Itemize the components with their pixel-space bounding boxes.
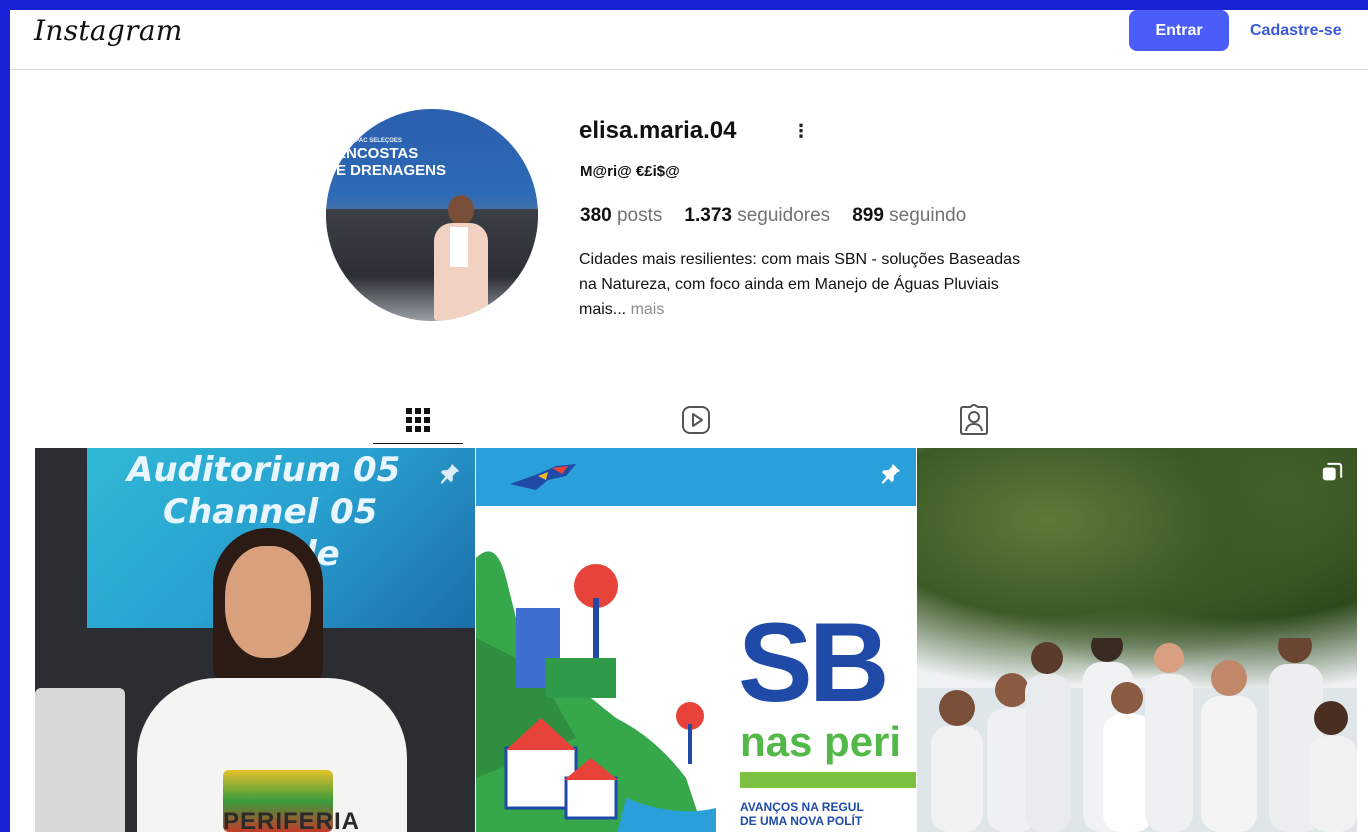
instagram-profile-page: Instagram Entrar Cadastre-se NOVO PAC SE… [10,10,1368,832]
post1-shirt-text: PERIFERIA [223,808,361,832]
followers-stat[interactable]: 1.373 seguidores [684,205,830,227]
followers-count: 1.373 [684,205,732,226]
profile-bio: Cidades mais resilientes: com mais SBN -… [579,247,1119,322]
top-navigation-bar: Instagram Entrar Cadastre-se [10,10,1368,70]
reels-icon [682,406,710,434]
carousel-icon [1322,462,1343,481]
bio-line-1: Cidades mais resilientes: com mais SBN -… [579,251,1021,268]
profile-stats: 380 posts 1.373 seguidores 899 seguindo [580,205,966,227]
posts-count: 380 [580,205,612,226]
avatar-banner-line1: ENCOSTAS [336,145,419,162]
profile-avatar[interactable]: NOVO PAC SELEÇÕES ENCOSTAS E DRENAGENS [326,109,538,321]
signup-link[interactable]: Cadastre-se [1250,10,1342,51]
post2-caption-line2: DE UMA NOVA POLÍT [740,814,863,828]
login-button[interactable]: Entrar [1129,10,1229,51]
bio-line-3: mais... [579,301,627,318]
post-tile-1[interactable]: Auditorium 05 Channel 05 le PERIFERIA [35,448,475,832]
following-stat[interactable]: 899 seguindo [852,205,966,227]
avatar-person [430,195,490,321]
avatar-banner-small: NOVO PAC SELEÇÕES [336,138,402,144]
post2-caption: AVANÇOS NA REGUL DE UMA NOVA POLÍT [740,800,864,828]
pin-icon [440,463,460,484]
tab-reels[interactable] [651,396,741,444]
post1-person: PERIFERIA [115,528,415,832]
post-tile-2[interactable]: SB nas peri AVANÇOS NA REGUL DE UMA NOVA… [476,448,916,832]
grid-icon [406,407,430,432]
post2-subline: nas peri [740,718,902,765]
post1-chair [35,688,125,832]
posts-label: posts [616,205,663,226]
tab-posts[interactable] [373,396,463,444]
more-options-icon[interactable]: ⋮ [792,121,810,142]
post2-green-bar [740,772,916,788]
post1-screen-text-1: Auditorium 05 [127,450,401,490]
avatar-banner-line2: E DRENAGENS [336,162,447,179]
post2-headline: SB [738,600,890,725]
bird-illustration [510,464,576,490]
bio-more-link[interactable]: mais [631,301,665,318]
profile-username: elisa.maria.04 [579,117,737,144]
posts-stat: 380 posts [580,205,662,227]
pin-icon [881,463,901,484]
followers-label: seguidores [737,205,831,226]
post2-caption-line1: AVANÇOS NA REGUL [740,800,864,814]
post-tile-3[interactable] [917,448,1357,832]
bio-line-2: na Natureza, com foco ainda em Manejo de… [579,276,999,293]
instagram-logo[interactable]: Instagram [34,14,183,47]
tab-tagged[interactable] [929,396,1019,444]
following-label: seguindo [889,205,967,226]
tagged-icon [960,404,988,435]
following-count: 899 [852,205,884,226]
city-hill-illustration [476,551,716,832]
profile-full-name: M@ri@ €£i$@ [580,163,680,180]
avatar-banner-text: NOVO PAC SELEÇÕES ENCOSTAS E DRENAGENS [336,137,476,179]
post1-screen-text-2: Channel 05 [163,492,378,532]
post3-group-photo [931,638,1357,832]
